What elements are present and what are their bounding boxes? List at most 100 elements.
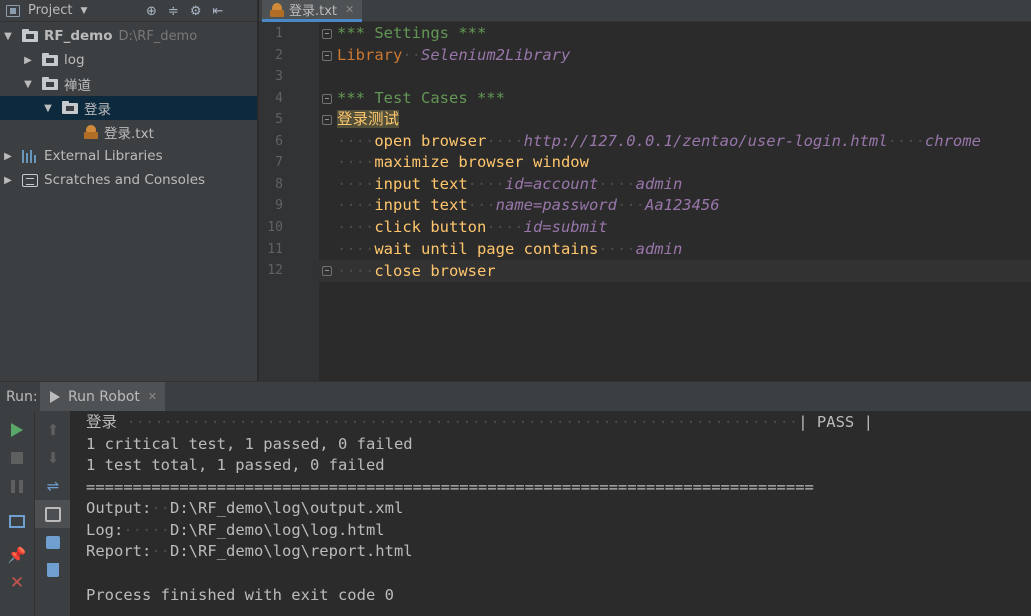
collapsed-arrow-icon[interactable]: ▶	[2, 151, 14, 162]
code-line: ····open browser····http://127.0.0.1/zen…	[337, 132, 981, 150]
down-button[interactable]: ⬇	[35, 444, 71, 472]
console-line: Log:·····D:\RF_demo\log\log.html	[86, 521, 385, 539]
library-keyword: Library	[337, 46, 403, 64]
report-path-link[interactable]: D:\RF_demo\log\report.html	[170, 542, 413, 560]
keyword-call: wait until page contains	[374, 240, 599, 258]
folder-icon	[62, 100, 78, 114]
scratches-icon	[22, 173, 38, 187]
rerun-button[interactable]	[0, 416, 34, 444]
tree-item-chandao[interactable]: ▼ 禅道	[0, 72, 257, 96]
code-line: 登录测试	[337, 108, 400, 130]
expanded-arrow-icon[interactable]: ▼	[22, 79, 34, 90]
editor-tab-bar: 登录.txt ✕	[259, 0, 1031, 22]
output-path-link[interactable]: D:\RF_demo\log\output.xml	[170, 499, 403, 517]
keyword-call: maximize browser window	[374, 153, 589, 171]
tree-item-login-file[interactable]: 登录.txt	[0, 120, 257, 144]
run-console[interactable]: 登录 ·····································…	[70, 411, 1031, 616]
play-icon	[11, 423, 23, 437]
library-name: Selenium2Library	[421, 46, 571, 64]
line-number: 2	[275, 48, 283, 63]
clear-button[interactable]	[35, 556, 71, 584]
soft-wrap-icon: ⇌	[46, 477, 60, 495]
console-test-status: | PASS |	[798, 413, 873, 431]
library-icon	[22, 149, 38, 163]
settings-header: *** Settings ***	[337, 24, 487, 42]
run-tab-label[interactable]: Run Robot	[68, 389, 140, 405]
project-pane: Project ▼ ⊕ ≑ ⚙ ⇤ ▼ RF_demo D:\RF_demo ▶…	[0, 0, 258, 381]
code-editor[interactable]: 1 2 3 4 5 6 7 8 9 10 11 12 *** Settings …	[259, 22, 1031, 381]
stop-button[interactable]	[0, 444, 34, 472]
keyword-arg: chrome	[924, 132, 981, 150]
code-line: *** Settings ***	[337, 22, 486, 44]
keyword-arg: name=password	[495, 196, 617, 214]
tree-item-rf-demo[interactable]: ▼ RF_demo D:\RF_demo	[0, 24, 257, 48]
hide-icon[interactable]: ⇤	[212, 4, 223, 19]
keyword-arg: http://127.0.0.1/zentao/user-login.html	[523, 132, 888, 150]
project-tree: ▼ RF_demo D:\RF_demo ▶ log ▼ 禅道 ▼ 登录 登录.…	[0, 24, 257, 192]
tree-item-label: RF_demo	[44, 28, 113, 44]
console-line: 1 critical test, 1 passed, 0 failed	[86, 435, 413, 453]
editor-tab[interactable]: 登录.txt ✕	[262, 0, 363, 22]
tree-item-label: 登录.txt	[104, 126, 154, 142]
console-test-name: 登录	[86, 413, 118, 431]
tree-item-scratches[interactable]: ▶ Scratches and Consoles	[0, 168, 257, 192]
pause-button[interactable]	[0, 472, 34, 500]
project-pane-title[interactable]: Project	[28, 3, 72, 18]
scroll-to-end-icon	[45, 506, 61, 522]
collapsed-arrow-icon[interactable]: ▶	[22, 55, 34, 66]
expanded-arrow-icon[interactable]: ▼	[2, 31, 14, 42]
tree-item-label: 登录	[84, 102, 111, 118]
collapsed-arrow-icon[interactable]: ▶	[2, 175, 14, 186]
locate-icon[interactable]: ⊕	[146, 4, 157, 19]
line-number: 12	[267, 263, 283, 278]
line-number: 4	[275, 91, 283, 106]
fold-marker-icon[interactable]	[322, 29, 332, 39]
collapse-icon[interactable]: ≑	[168, 4, 179, 19]
line-number: 6	[275, 134, 283, 149]
arrow-up-icon: ⬆	[46, 421, 60, 439]
layout-button[interactable]	[0, 507, 34, 535]
close-run-button[interactable]: ✕	[0, 569, 34, 597]
run-tab[interactable]: Run Robot ✕	[40, 381, 166, 412]
fold-marker-icon[interactable]	[322, 115, 332, 125]
line-number: 3	[275, 69, 283, 84]
print-icon	[46, 535, 60, 549]
fold-marker-icon[interactable]	[322, 266, 332, 276]
close-icon[interactable]: ✕	[148, 390, 157, 403]
run-toolbar-secondary: ⬆ ⬇ ⇌	[34, 411, 71, 616]
editor-tab-label[interactable]: 登录.txt	[289, 0, 337, 19]
keyword-call: close browser	[374, 262, 496, 280]
console-line: Process finished with exit code 0	[86, 586, 394, 604]
gear-icon[interactable]: ⚙	[190, 4, 202, 19]
print-button[interactable]	[35, 528, 71, 556]
chevron-down-icon[interactable]: ▼	[80, 6, 87, 16]
fold-marker-icon[interactable]	[322, 51, 332, 61]
project-pane-header[interactable]: Project ▼ ⊕ ≑ ⚙ ⇤	[0, 0, 257, 22]
tree-item-label: Scratches and Consoles	[44, 172, 206, 188]
console-line: 登录 ·····································…	[86, 413, 873, 431]
project-pane-toolbar: ⊕ ≑ ⚙ ⇤	[146, 0, 223, 22]
fold-marker-icon[interactable]	[322, 94, 332, 104]
soft-wrap-button[interactable]: ⇌	[35, 472, 71, 500]
pin-button[interactable]: 📌	[0, 541, 34, 569]
close-icon[interactable]: ✕	[345, 3, 354, 16]
close-icon: ✕	[9, 573, 25, 593]
tree-item-login-folder[interactable]: ▼ 登录	[0, 96, 257, 120]
scroll-to-end-button[interactable]	[35, 500, 71, 528]
tree-item-log[interactable]: ▶ log	[0, 48, 257, 72]
expanded-arrow-icon[interactable]: ▼	[42, 103, 54, 114]
console-label: Report:	[86, 542, 152, 560]
folder-icon	[42, 52, 58, 66]
folder-icon	[22, 28, 38, 42]
console-line: Output:··D:\RF_demo\log\output.xml	[86, 499, 404, 517]
keyword-call: input text	[374, 175, 468, 193]
console-label: Log:	[86, 521, 124, 539]
tree-item-external-libraries[interactable]: ▶ External Libraries	[0, 144, 257, 168]
console-label: Output:	[86, 499, 152, 517]
keyword-arg: id=account	[504, 175, 599, 193]
robot-file-icon	[270, 2, 284, 17]
log-path-link[interactable]: D:\RF_demo\log\log.html	[170, 521, 385, 539]
keyword-arg: admin	[635, 240, 683, 258]
up-button[interactable]: ⬆	[35, 416, 71, 444]
keyword-call: click button	[374, 218, 487, 236]
